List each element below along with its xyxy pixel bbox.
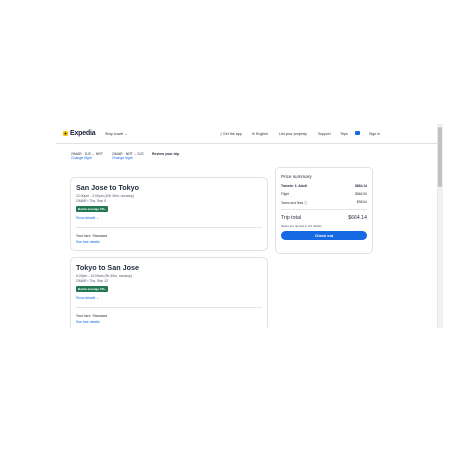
chevron-down-icon: ⌄ (96, 296, 100, 300)
breadcrumb-outbound: 2/MAR · SJC→ NRT Change flight (71, 152, 103, 161)
flight-meta: 2/MAR • Thu, Sep 5 (76, 199, 106, 203)
taxes-row: Taxes and fees ⓘ $98.64 (281, 200, 367, 205)
show-details-label: Show details (76, 216, 96, 220)
flight-title: Tokyo to San Jose (76, 263, 139, 272)
list-property-link[interactable]: List your property (279, 132, 307, 136)
fare-label: Your fare: Standard (76, 234, 108, 238)
traveler-amount: $664.14 (355, 184, 367, 188)
language-label: English (256, 132, 268, 136)
flight-price-label: Flight (281, 192, 290, 196)
trip-total-amount: $664.14 (348, 215, 367, 221)
sign-in-link[interactable]: Sign in (369, 132, 380, 136)
divider (281, 209, 367, 210)
see-fare-details-link[interactable]: See fare details (76, 320, 100, 324)
co2-badge: Below average CO₂ (76, 286, 108, 292)
get-app-button[interactable]: ▯Get the app (220, 132, 242, 136)
get-app-label: Get the app (222, 132, 242, 136)
change-return-flight-link[interactable]: Change flight (112, 156, 144, 160)
show-details-link[interactable]: Show details ⌄ (76, 296, 99, 300)
price-summary-card: Price summary Traveler 1: Adult $664.14 … (275, 167, 373, 254)
shop-travel-label: Shop travel (105, 132, 124, 136)
shop-travel-menu[interactable]: Shop travel ⌄ (105, 132, 127, 136)
show-details-link[interactable]: Show details ⌄ (76, 216, 99, 220)
brand-name: Expedia (70, 130, 96, 137)
traveler-label: Traveler 1: Adult (281, 184, 307, 188)
return-flight-card: Tokyo to San Jose 6:20pm - 12:00am (9h 3… (70, 257, 268, 328)
divider (76, 227, 262, 228)
chevron-down-icon: ⌄ (124, 132, 128, 136)
page: Expedia Shop travel ⌄ ▯Get the app ⊕Engl… (0, 0, 450, 450)
taxes-text: Taxes and fees (281, 201, 304, 205)
flight-time: 6:20pm - 12:00am (9h 30m, nonstop) (76, 274, 132, 278)
co2-badge: Below average CO₂ (76, 206, 108, 212)
fare-label: Your fare: Standard (76, 314, 108, 318)
browser-viewport: Expedia Shop travel ⌄ ▯Get the app ⊕Engl… (56, 124, 443, 328)
price-summary-title: Price summary (281, 174, 312, 179)
taxes-label: Taxes and fees ⓘ (281, 200, 307, 205)
breadcrumb-return: 2/MAR · NRT→ SJC Change flight (112, 152, 144, 161)
flight-title: San Jose to Tokyo (76, 183, 139, 192)
breadcrumb-current: Review your trip (152, 152, 180, 156)
scrollbar-thumb[interactable] (438, 127, 442, 187)
support-link[interactable]: Support (318, 132, 331, 136)
expedia-logo[interactable]: Expedia (63, 130, 96, 137)
top-navigation-bar: Expedia Shop travel ⌄ ▯Get the app ⊕Engl… (56, 124, 437, 144)
trip-total-row: Trip total $664.14 (281, 215, 367, 221)
flight-meta: 2/MAR • Thu, Sep 12 (76, 279, 108, 283)
trips-link[interactable]: Trips (340, 132, 348, 136)
phone-icon: ▯ (220, 132, 222, 136)
outbound-flight-card: San Jose to Tokyo 12:00pm - 2:00pm (10h … (70, 177, 268, 251)
currency-note: Rates are quoted in US dollars (281, 224, 322, 228)
info-icon[interactable]: ⓘ (304, 201, 307, 205)
see-fare-details-link[interactable]: See fare details (76, 240, 100, 244)
trip-total-label: Trip total (281, 215, 301, 221)
traveler-row: Traveler 1: Adult $664.14 (281, 184, 367, 188)
chat-icon[interactable] (355, 131, 360, 135)
expedia-logo-icon (63, 131, 68, 136)
chevron-down-icon: ⌄ (96, 216, 100, 220)
breadcrumb-outbound-route: 2/MAR · SJC→ NRT (71, 152, 104, 156)
flight-price-row: Flight $565.50 (281, 192, 367, 196)
language-selector[interactable]: ⊕English (252, 132, 268, 136)
check-out-button[interactable]: Check out (281, 231, 367, 240)
flight-price-amount: $565.50 (355, 192, 367, 196)
flight-time: 12:00pm - 2:00pm (10h 30m, nonstop) (76, 194, 134, 198)
globe-icon: ⊕ (252, 132, 256, 136)
divider (76, 307, 262, 308)
breadcrumb-return-route: 2/MAR · NRT→ SJC (112, 152, 145, 156)
change-outbound-flight-link[interactable]: Change flight (71, 156, 103, 160)
page-scrollbar[interactable] (437, 124, 443, 328)
show-details-label: Show details (76, 296, 96, 300)
taxes-amount: $98.64 (356, 200, 367, 204)
